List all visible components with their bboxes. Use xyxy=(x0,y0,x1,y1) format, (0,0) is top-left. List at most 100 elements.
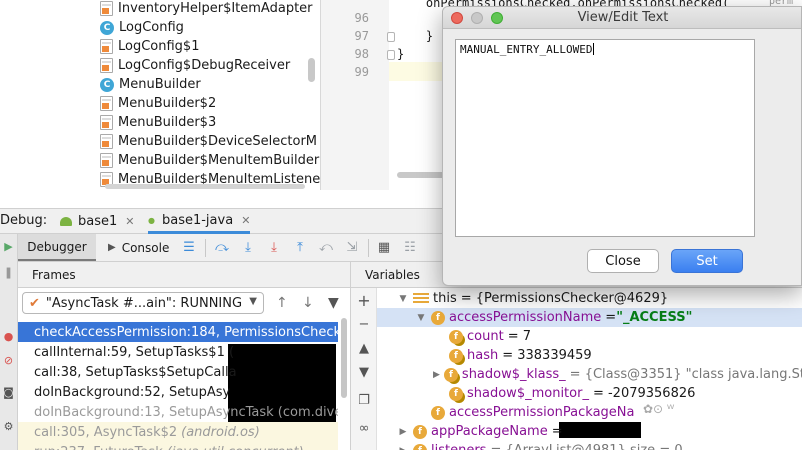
minimize-window-button[interactable] xyxy=(471,12,483,24)
debug-tab-base1-java[interactable]: ● base1-java ✕ xyxy=(148,209,251,234)
tree-item[interactable]: LogConfig$DebugReceiver xyxy=(100,56,290,75)
variable-row[interactable]: f accessPermissionPackageNa xyxy=(351,403,802,422)
variable-value: = 7 xyxy=(507,329,531,344)
fold-marker[interactable] xyxy=(387,50,395,60)
frame-row[interactable]: doInBackground:13, SetupAsyncTask (com.d… xyxy=(18,402,338,422)
tree-item[interactable]: C MenuBuilder xyxy=(100,75,201,94)
step-out-icon[interactable]: ⤒ xyxy=(292,240,308,256)
mute-breakpoints-icon[interactable]: ⊘ xyxy=(2,354,15,367)
variable-row[interactable]: f shadow$_monitor_ = -2079356826 xyxy=(351,384,802,403)
collapsed-arrow-icon[interactable]: ▶ xyxy=(397,446,409,450)
frame-row[interactable]: call:305, AsyncTask$2 (android.os) xyxy=(18,422,338,442)
menu-icon[interactable]: ☰ xyxy=(181,240,197,256)
variable-row[interactable]: f count = 7 xyxy=(351,327,802,346)
check-icon: ✔ xyxy=(29,295,40,311)
variable-name: count xyxy=(467,329,504,344)
close-window-button[interactable] xyxy=(451,12,463,24)
class-file-icon xyxy=(100,96,113,111)
variable-row[interactable]: ▶ f appPackageName = xyxy=(351,422,802,441)
variable-value: = 338339459 xyxy=(502,348,592,363)
tree-item-label: MenuBuilder$3 xyxy=(118,115,217,130)
variable-name: shadow$_klass_ xyxy=(461,367,566,382)
variable-row[interactable]: ▶ f listeners = {ArrayList@4981} size = 0 xyxy=(351,441,802,450)
collapsed-arrow-icon[interactable]: ▶ xyxy=(397,427,409,437)
variable-value: = {Class@3351} "class java.lang.String" xyxy=(569,367,802,382)
variable-row[interactable]: f hash = 338339459 xyxy=(351,346,802,365)
resume-icon[interactable]: ▶ xyxy=(2,240,15,253)
settings-icon[interactable]: ⚙ xyxy=(2,420,15,433)
variable-row[interactable]: ▼ this = {PermissionsChecker@4629} xyxy=(351,289,802,308)
tree-horizontal-scrollbar[interactable] xyxy=(0,184,320,190)
close-icon[interactable]: ✕ xyxy=(125,215,134,228)
fold-marker[interactable] xyxy=(387,32,395,42)
tree-item[interactable]: LogConfig$1 xyxy=(100,37,199,56)
evaluate-icon[interactable]: ▦ xyxy=(376,240,392,256)
class-file-icon xyxy=(100,153,113,168)
frame-row[interactable]: callInternal:59, SetupTasks$1 ( xyxy=(18,342,338,362)
tree-item[interactable]: InventoryHelper$ItemAdapter xyxy=(100,0,313,18)
force-step-into-icon[interactable]: ⤓ xyxy=(266,240,282,256)
line-number: 98 xyxy=(354,47,369,61)
collapsed-arrow-icon[interactable]: ▶ xyxy=(433,370,440,380)
trace-icon[interactable]: ☷ xyxy=(402,240,418,256)
breakpoints-icon[interactable]: ● xyxy=(2,330,15,343)
up-arrow-icon[interactable]: ↑ xyxy=(276,295,288,311)
variable-row[interactable]: ▶ f shadow$_klass_ = {Class@3351} "class ja… xyxy=(351,365,802,384)
pause-icon[interactable]: ❚ xyxy=(2,266,15,279)
expanded-arrow-icon[interactable]: ▼ xyxy=(397,294,409,304)
tab-console[interactable]: ▶ Console xyxy=(108,234,169,261)
android-icon xyxy=(60,217,72,226)
class-icon: C xyxy=(100,20,114,35)
tree-item[interactable]: C LogConfig xyxy=(100,18,184,37)
tree-item-label: LogConfig$1 xyxy=(118,39,200,54)
field-icon: f xyxy=(443,367,458,382)
camera-icon[interactable]: ◙ xyxy=(2,386,15,399)
variables-title: Variables xyxy=(365,268,420,282)
tree-scrollbar[interactable] xyxy=(308,58,315,82)
frame-row[interactable]: run:237, FutureTask (java.util.concurrent… xyxy=(18,442,338,450)
variable-row[interactable]: ▼ f accessPermissionName = "_ACCESS" xyxy=(377,308,802,327)
field-icon: f xyxy=(431,405,445,420)
project-tree: InventoryHelper$ItemAdapter C LogConfig Log… xyxy=(0,0,320,190)
frames-panel: Frames ✔ "AsyncTask #...ain": RUNNING ▼ … xyxy=(18,262,350,450)
code-line[interactable]: } xyxy=(397,29,433,43)
tab-debugger[interactable]: Debugger xyxy=(18,234,96,261)
debug-tab-base1[interactable]: base1 ✕ xyxy=(60,209,134,234)
frames-scrollbar[interactable] xyxy=(340,318,348,450)
frame-package: (android.os) xyxy=(181,424,260,440)
class-file-icon xyxy=(100,115,113,130)
frame-row[interactable]: doInBackground:52, SetupAsy xyxy=(18,382,338,402)
tree-item-label: MenuBuilder$2 xyxy=(118,96,217,111)
debug-label: Debug: xyxy=(0,213,48,228)
step-into-icon[interactable]: ⤓ xyxy=(240,240,256,256)
tree-item[interactable]: MenuBuilder$3 xyxy=(100,113,216,132)
tree-item[interactable]: MenuBuilder$DeviceSelectorM xyxy=(100,132,317,151)
filter-icon[interactable]: ▼ xyxy=(328,295,339,311)
tree-item[interactable]: MenuBuilder$2 xyxy=(100,94,216,113)
variable-name: accessPermissionPackageNa xyxy=(449,405,635,420)
tree-item-label: LogConfig$DebugReceiver xyxy=(118,58,291,73)
code-line[interactable]: } xyxy=(397,47,404,61)
value-text-area[interactable]: MANUAL_ENTRY_ALLOWED xyxy=(455,39,755,237)
field-icon: f xyxy=(449,348,463,363)
set-button[interactable]: Set xyxy=(671,249,743,273)
drop-frame-icon[interactable]: ⤺ xyxy=(318,240,334,256)
tree-item-label: MenuBuilder$DeviceSelectorM xyxy=(118,134,318,149)
expanded-arrow-icon[interactable]: ▼ xyxy=(415,313,427,323)
step-over-icon[interactable]: ⤼ xyxy=(214,240,230,256)
tree-item[interactable]: MenuBuilder$MenuItemBuilder xyxy=(100,151,319,170)
run-to-cursor-icon[interactable]: ⇲ xyxy=(344,240,360,256)
frame-package: (java.util.concurrent) xyxy=(167,445,304,450)
string-value: "_ACCESS" xyxy=(616,310,693,325)
zoom-window-button[interactable] xyxy=(491,12,503,24)
debug-side-toolbar: ▶ ❚ ● ⊘ ◙ ⚙ xyxy=(0,234,18,450)
class-file-icon xyxy=(100,134,113,149)
line-number: 96 xyxy=(354,11,369,25)
frame-row[interactable]: call:38, SetupTasks$SetupCalla xyxy=(18,362,338,382)
variable-value: = {PermissionsChecker@4629} xyxy=(460,291,669,306)
thread-selector[interactable]: ✔ "AsyncTask #...ain": RUNNING ▼ xyxy=(22,292,264,314)
close-button[interactable]: Close xyxy=(587,249,659,273)
frame-row[interactable]: checkAccessPermission:184, PermissionsCh… xyxy=(18,322,338,342)
down-arrow-icon[interactable]: ↓ xyxy=(302,295,314,311)
close-icon[interactable]: ✕ xyxy=(241,214,250,227)
